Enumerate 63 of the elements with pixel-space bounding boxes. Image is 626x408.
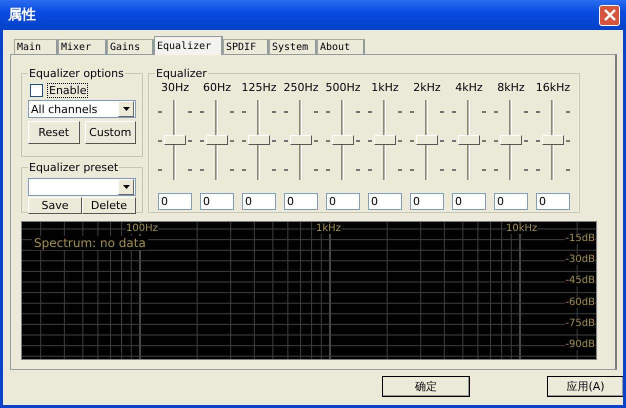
db-label: -75dB (565, 318, 595, 329)
band-label: 8kHz (497, 80, 525, 96)
db-label: -45dB (565, 275, 595, 286)
band-label: 4kHz (455, 80, 483, 96)
group-title: Equalizer (155, 67, 208, 80)
frequency-label: 100Hz (126, 223, 158, 234)
button[interactable]: Custom (84, 121, 136, 144)
value-field[interactable]: 0 (536, 193, 570, 210)
band-label: 2kHz (413, 80, 441, 96)
tab[interactable]: Main (14, 39, 58, 54)
band-label: 16kHz (536, 80, 570, 96)
tab[interactable]: SPDIF (223, 39, 269, 54)
slider[interactable] (491, 100, 531, 180)
db-label: -90dB (565, 339, 595, 350)
band-label: 125Hz (241, 80, 277, 96)
slider[interactable] (281, 100, 321, 180)
db-label: -60dB (565, 296, 595, 308)
button[interactable]: Save (28, 197, 82, 214)
value-field[interactable]: 0 (494, 193, 528, 210)
slider[interactable] (365, 100, 405, 180)
slider[interactable] (239, 100, 279, 180)
value-field[interactable]: 0 (200, 193, 234, 210)
tab[interactable]: Mixer (58, 39, 107, 54)
group-title: Equalizer options (28, 67, 125, 80)
slider[interactable] (407, 100, 447, 180)
slider[interactable] (449, 100, 489, 180)
band-label: 60Hz (202, 80, 232, 96)
button[interactable]: 应用(A) (547, 376, 623, 397)
db-label: -15dB (565, 233, 595, 244)
channel-dropdown[interactable]: All channels (28, 100, 136, 118)
value-field[interactable]: 0 (326, 193, 360, 210)
slider[interactable] (155, 100, 195, 180)
tab[interactable]: Gains (107, 39, 154, 54)
db-label: -30dB (565, 254, 595, 266)
band-label: 30Hz (160, 80, 190, 96)
value-field[interactable]: 0 (452, 193, 486, 210)
close-button[interactable] (599, 4, 620, 26)
tab[interactable]: About (317, 39, 365, 54)
band-label: 1kHz (371, 80, 399, 96)
slider[interactable] (323, 100, 363, 180)
window-title: 属性 (8, 6, 36, 24)
tab[interactable]: Equalizer (154, 36, 223, 55)
close-icon (604, 9, 616, 21)
preset-dropdown[interactable] (28, 178, 136, 196)
checkbox-label[interactable]: Enable (47, 82, 88, 98)
value-field[interactable]: 0 (284, 193, 318, 210)
frequency-label: 1kHz (316, 223, 341, 234)
button[interactable]: Delete (82, 197, 136, 214)
frequency-label: 10kHz (506, 223, 538, 234)
value-field[interactable]: 0 (242, 193, 276, 210)
slider[interactable] (197, 100, 237, 180)
group-title: Equalizer preset (28, 161, 120, 174)
checkbox[interactable] (30, 84, 43, 96)
band-label: 500Hz (325, 80, 361, 96)
button[interactable]: 确定 (382, 376, 470, 397)
spectrum-message: Spectrum: no data (32, 236, 148, 250)
value-field[interactable]: 0 (410, 193, 444, 210)
value-field[interactable]: 0 (368, 193, 402, 210)
button[interactable]: Reset (28, 121, 80, 144)
value-field[interactable]: 0 (158, 193, 192, 210)
tab[interactable]: System (269, 39, 317, 54)
band-label: 250Hz (283, 80, 319, 96)
slider[interactable] (533, 100, 573, 180)
